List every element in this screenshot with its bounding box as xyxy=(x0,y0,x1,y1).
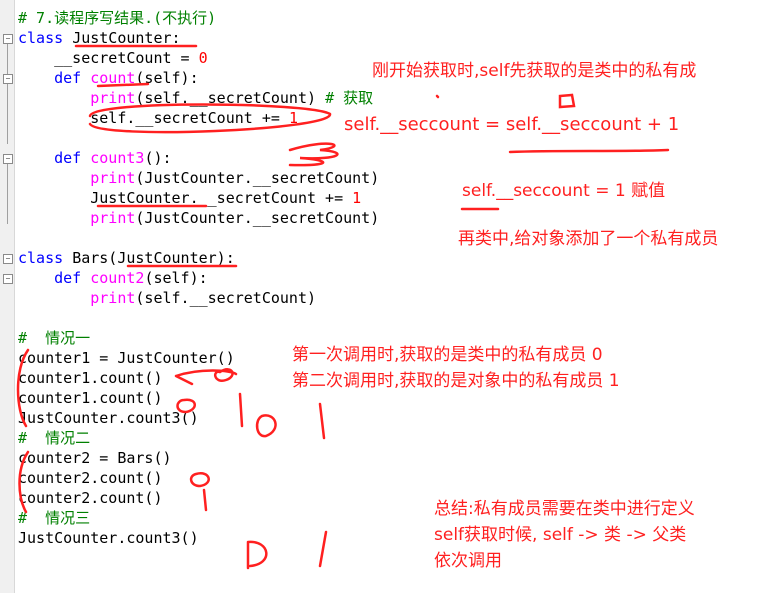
underline-formula xyxy=(508,148,670,154)
handwritten-zero-d xyxy=(189,472,210,488)
annotation-note: self.__seccount = self.__seccount + 1 xyxy=(344,114,680,135)
annotation-note: 总结:私有成员需要在类中进行定义 xyxy=(434,499,695,519)
handwritten-one-a xyxy=(238,392,244,428)
handwritten-one-b xyxy=(318,402,326,440)
handwritten-one-c xyxy=(202,488,208,512)
scribble-mark xyxy=(288,142,339,167)
annotation-note: 第一次调用时,获取的是类中的私有成员 0 xyxy=(292,345,603,365)
annotation-note: 依次调用 xyxy=(434,551,502,571)
annotation-note: 刚开始获取时,self先获取的是类中的私有成 xyxy=(372,61,697,81)
dot-mark xyxy=(435,94,440,99)
bracket-case-two xyxy=(18,450,30,514)
handwritten-zero-a xyxy=(213,368,234,382)
annotation-note: 第二次调用时,获取的是对象中的私有成员 1 xyxy=(292,371,620,391)
bracket-case-one xyxy=(16,348,30,428)
arrow-mark xyxy=(174,369,238,386)
handwritten-zero-c xyxy=(255,414,277,438)
underline-count-def xyxy=(96,82,150,88)
handwritten-d-mark xyxy=(246,540,268,570)
circle-self-secret-increment xyxy=(88,103,332,134)
handwritten-one-d xyxy=(318,530,328,568)
small-zero-mark xyxy=(558,93,576,109)
annotation-note: 再类中,给对象添加了一个私有成员 xyxy=(458,229,719,249)
annotation-note: self获取时候, self -> 类 -> 父类 xyxy=(434,525,687,545)
annotation-note: self.__seccount = 1 赋值 xyxy=(462,181,666,201)
handwritten-zero-b xyxy=(176,398,196,414)
